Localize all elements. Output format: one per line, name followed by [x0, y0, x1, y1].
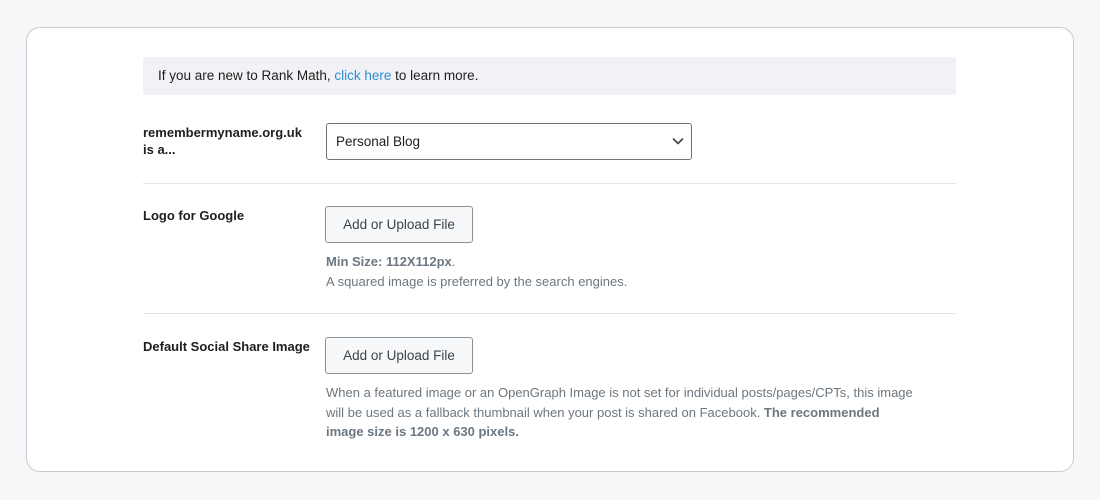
- social-desc-bold-line3: image size is 1200 x 630 pixels.: [326, 424, 519, 439]
- notice-text-end: to learn more.: [391, 68, 479, 83]
- logo-min-size-end: .: [451, 254, 456, 269]
- social-desc-line2: will be used as a fallback thumbnail whe…: [326, 404, 764, 420]
- site-type-selected-value: Personal Blog: [336, 134, 421, 149]
- row-divider: [143, 183, 956, 184]
- logo-upload-button[interactable]: Add or Upload File: [325, 206, 473, 243]
- logo-min-size: Min Size: 112X112px: [326, 254, 452, 269]
- site-type-select[interactable]: Personal Blog: [326, 123, 692, 160]
- social-image-label: Default Social Share Image: [143, 339, 310, 354]
- social-image-description: When a featured image or an OpenGraph Im…: [326, 383, 913, 442]
- social-desc-line1: When a featured image or an OpenGraph Im…: [326, 385, 913, 400]
- logo-hint: A squared image is preferred by the sear…: [326, 273, 628, 289]
- click-here-link[interactable]: click here: [334, 68, 391, 83]
- info-notice: If you are new to Rank Math, click here …: [143, 57, 956, 95]
- site-type-label-line1: remembermyname.org.uk: [143, 125, 302, 140]
- logo-label: Logo for Google: [143, 208, 245, 223]
- social-desc-bold: The recommended: [763, 404, 880, 420]
- chevron-down-icon: [672, 138, 684, 145]
- site-type-label-line2: is a...: [143, 142, 176, 157]
- social-image-upload-button[interactable]: Add or Upload File: [325, 337, 473, 374]
- logo-description: Min Size: 112X112px. A squared image is …: [326, 252, 627, 291]
- site-type-label: remembermyname.org.uk is a...: [143, 124, 302, 158]
- notice-text: If you are new to Rank Math,: [158, 68, 335, 83]
- row-divider: [143, 313, 956, 314]
